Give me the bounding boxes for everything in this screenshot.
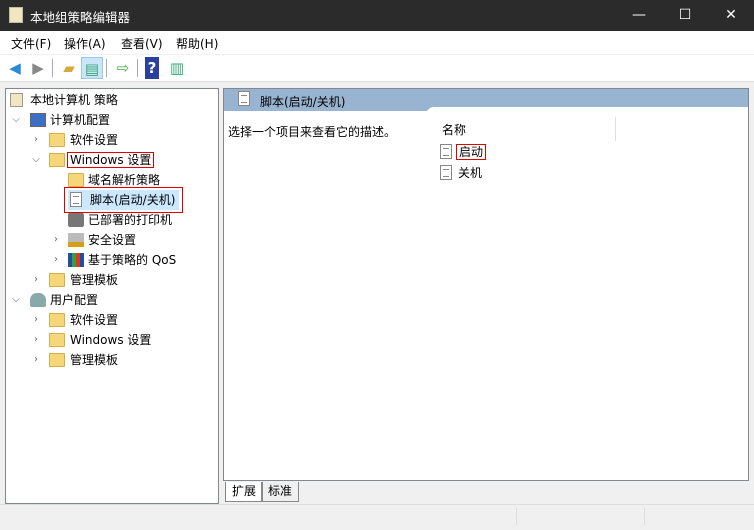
script-icon	[70, 192, 82, 207]
tree-item-windows-settings[interactable]: ⌵ Windows 设置	[30, 150, 155, 170]
menu-action[interactable]: 操作(A)	[64, 35, 106, 52]
menu-view[interactable]: 查看(V)	[121, 35, 163, 52]
folder-icon	[49, 353, 65, 367]
folder-icon	[49, 333, 65, 347]
user-icon	[30, 293, 46, 307]
tab-standard[interactable]: 标准	[261, 482, 300, 502]
script-icon	[440, 144, 452, 159]
close-button[interactable]: ✕	[708, 0, 754, 31]
tree-item-user-windows-settings[interactable]: › Windows 设置	[30, 330, 151, 350]
chevron-right-icon[interactable]: ›	[50, 230, 62, 250]
list-item-shutdown[interactable]: 关机	[440, 163, 482, 183]
details-pane: 脚本(启动/关机) 选择一个项目来查看它的描述。 名称 启动 关机	[223, 88, 749, 481]
script-icon	[238, 91, 250, 106]
chevron-right-icon[interactable]: ›	[30, 270, 42, 290]
action-pane-icon[interactable]: ▥	[166, 57, 188, 79]
tree-item-dns-policy[interactable]: 域名解析策略	[68, 170, 160, 190]
folder-icon	[49, 313, 65, 327]
folder-icon	[68, 173, 84, 187]
chevron-right-icon[interactable]: ›	[50, 250, 62, 270]
help-icon[interactable]: ?	[145, 57, 159, 79]
maximize-button[interactable]: ☐	[662, 0, 708, 31]
status-divider	[516, 507, 517, 525]
tree-item-scripts[interactable]: 脚本(启动/关机)	[63, 187, 184, 213]
toolbar: ◀ ▶ ▰ ▤ ⇨ ? ▥	[0, 55, 754, 82]
folder-icon	[49, 133, 65, 147]
tree-item-user-admin-templates[interactable]: › 管理模板	[30, 350, 118, 370]
tree-item-user-software-settings[interactable]: › 软件设置	[30, 310, 118, 330]
toolbar-separator	[106, 59, 107, 77]
security-lock-icon	[68, 233, 84, 247]
printer-icon	[68, 213, 84, 227]
list-corner	[426, 107, 748, 115]
scroll-icon	[10, 93, 23, 107]
tree-item-security-settings[interactable]: › 安全设置	[50, 230, 136, 250]
chevron-right-icon[interactable]: ›	[30, 330, 42, 350]
tree-item-deployed-printers[interactable]: 已部署的打印机	[68, 210, 172, 230]
tab-extended[interactable]: 扩展	[225, 482, 264, 502]
console-tree-icon[interactable]: ▤	[81, 57, 103, 79]
view-tabs: 扩展 标准	[223, 482, 423, 504]
minimize-button[interactable]: —	[616, 0, 662, 31]
column-header-name[interactable]: 名称	[442, 121, 466, 138]
description-text: 选择一个项目来查看它的描述。	[228, 125, 397, 139]
chevron-right-icon[interactable]: ›	[30, 310, 42, 330]
chevron-down-icon[interactable]: ⌵	[10, 110, 22, 130]
app-scroll-icon	[9, 7, 23, 23]
tree-item-root[interactable]: 本地计算机 策略	[10, 90, 118, 110]
toolbar-separator	[52, 59, 53, 77]
tree-item-qos[interactable]: › 基于策略的 QoS	[50, 250, 176, 270]
export-list-icon[interactable]: ⇨	[112, 57, 134, 79]
menu-file[interactable]: 文件(F)	[11, 35, 51, 52]
back-icon[interactable]: ◀	[4, 57, 26, 79]
chevron-right-icon[interactable]: ›	[30, 350, 42, 370]
forward-icon[interactable]: ▶	[27, 57, 49, 79]
tree-item-computer-config[interactable]: ⌵ 计算机配置	[10, 110, 110, 130]
folder-icon	[49, 153, 65, 167]
chevron-right-icon[interactable]: ›	[30, 130, 42, 150]
script-icon	[440, 165, 452, 180]
chevron-down-icon[interactable]: ⌵	[10, 290, 22, 310]
tree-item-user-config[interactable]: ⌵ 用户配置	[10, 290, 98, 310]
computer-icon	[30, 113, 46, 127]
tree-item-admin-templates[interactable]: › 管理模板	[30, 270, 118, 290]
bar-chart-icon	[68, 253, 84, 267]
list-item-startup[interactable]: 启动	[440, 142, 487, 162]
menu-bar: 文件(F) 操作(A) 查看(V) 帮助(H)	[0, 31, 754, 54]
window-title: 本地组策略编辑器	[30, 10, 131, 25]
column-divider[interactable]	[615, 117, 616, 141]
title-bar: 本地组策略编辑器 — ☐ ✕	[0, 0, 754, 31]
up-folder-icon[interactable]: ▰	[58, 57, 80, 79]
toolbar-separator	[137, 59, 138, 77]
folder-icon	[49, 273, 65, 287]
status-bar	[0, 504, 754, 526]
console-tree: 本地计算机 策略 ⌵ 计算机配置 › 软件设置 ⌵ Windows 设置 域名解…	[5, 88, 219, 504]
tree-item-software-settings[interactable]: › 软件设置	[30, 130, 118, 150]
status-divider	[644, 507, 645, 525]
menu-help[interactable]: 帮助(H)	[176, 35, 218, 52]
chevron-down-icon[interactable]: ⌵	[30, 150, 42, 170]
